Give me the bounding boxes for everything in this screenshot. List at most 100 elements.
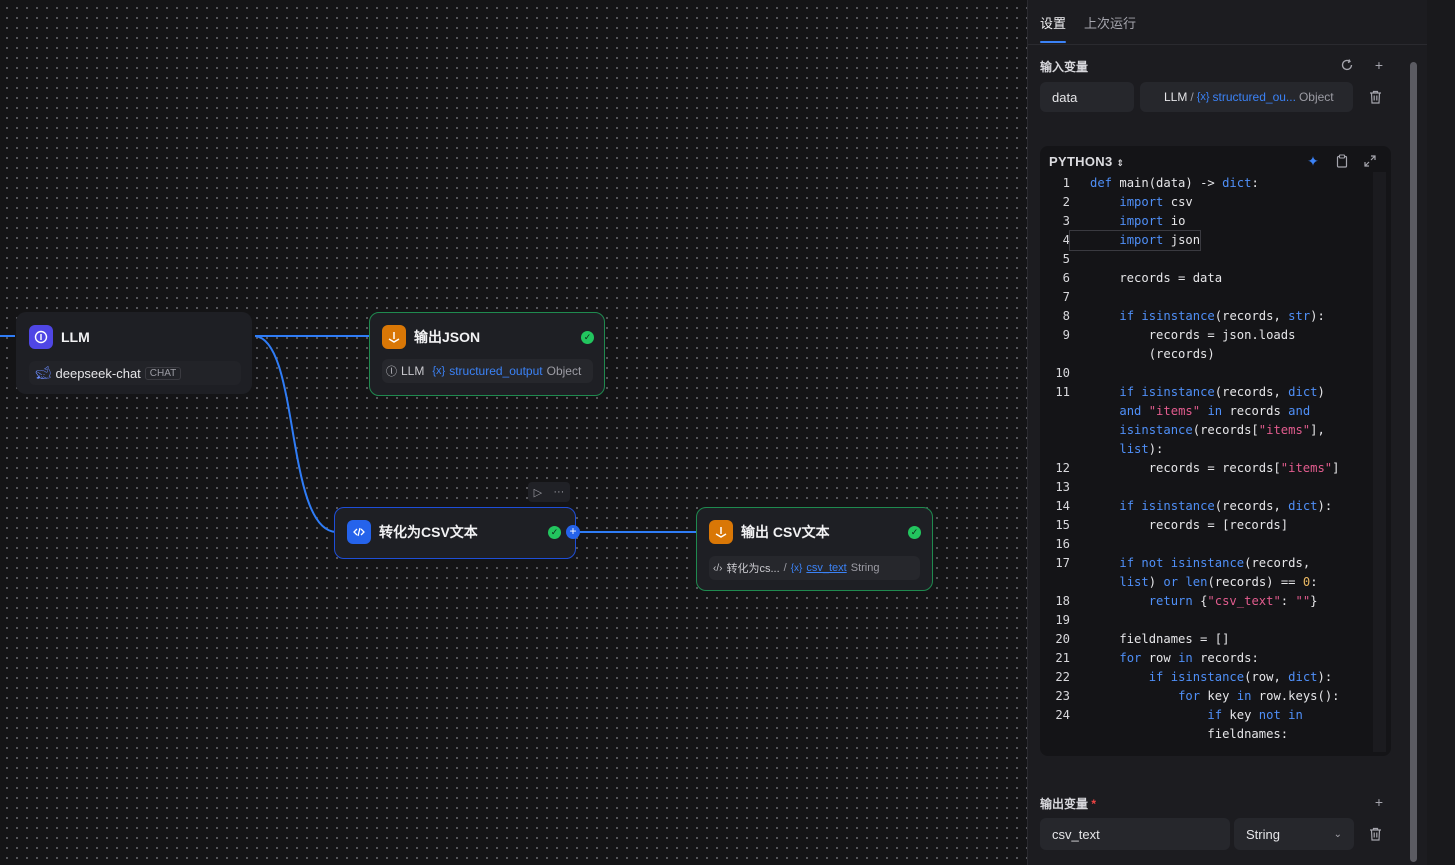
model-name: deepseek-chat bbox=[55, 365, 141, 381]
code-line[interactable]: 3 import io bbox=[1040, 212, 1380, 231]
llm-node[interactable]: LLM 🐋︎ deepseek-chat CHAT bbox=[16, 312, 252, 394]
code-line[interactable]: 13 bbox=[1040, 478, 1380, 497]
output-node-icon bbox=[382, 325, 406, 349]
var-name: csv_text bbox=[806, 562, 847, 574]
code-lines[interactable]: 1 def main(data) -> dict: 2 import csv 3 im… bbox=[1040, 174, 1380, 744]
ref-separator: / bbox=[1190, 90, 1194, 104]
line-number: 11 bbox=[1055, 385, 1070, 399]
code-line[interactable]: 5 bbox=[1040, 250, 1380, 269]
success-check-icon: ✓ bbox=[581, 331, 594, 344]
line-number: 9 bbox=[1062, 328, 1070, 342]
line-number: 15 bbox=[1055, 518, 1070, 532]
llm-model-chip[interactable]: 🐋︎ deepseek-chat CHAT bbox=[29, 361, 241, 385]
var-type: String bbox=[850, 562, 880, 574]
var-prefix: {x} bbox=[432, 365, 446, 377]
tab-settings[interactable]: 设置 bbox=[1040, 0, 1067, 44]
line-text: if isinstance(row, dict): bbox=[1148, 670, 1333, 684]
edge-llm-to-csv[interactable] bbox=[254, 335, 337, 533]
code-line[interactable]: 2 import csv bbox=[1040, 193, 1380, 212]
code-mini-icon: ‹/› bbox=[713, 562, 723, 574]
csv-node-header: 转化为CSV文本 bbox=[347, 520, 478, 544]
line-number: 16 bbox=[1055, 537, 1070, 551]
code-line[interactable]: 11 if isinstance(records, dict) bbox=[1040, 383, 1380, 402]
line-number: 4 bbox=[1062, 233, 1070, 247]
line-number: 17 bbox=[1055, 556, 1070, 570]
csv-node-title: 转化为CSV文本 bbox=[379, 524, 478, 540]
code-line[interactable]: fieldnames: bbox=[1040, 725, 1380, 744]
add-next-node-handle[interactable]: + bbox=[566, 525, 580, 539]
line-number: 14 bbox=[1055, 499, 1070, 513]
panel-scrollbar-thumb[interactable] bbox=[1410, 62, 1417, 862]
tab-last-run[interactable]: 上次运行 bbox=[1084, 0, 1136, 44]
code-line[interactable]: 19 bbox=[1040, 611, 1380, 630]
input-var-ref-select[interactable]: LLM / {x} structured_ou... Object bbox=[1140, 82, 1353, 112]
code-line[interactable]: 16 bbox=[1040, 535, 1380, 554]
success-check-icon: ✓ bbox=[548, 526, 561, 539]
code-editor[interactable]: PYTHON3 ⇕ ✦ 1 def main(data) -> dict: 2 im… bbox=[1040, 146, 1391, 756]
code-line[interactable]: 17 if not isinstance(records, bbox=[1040, 554, 1380, 573]
code-line[interactable]: isinstance(records["items"], bbox=[1040, 421, 1380, 440]
line-text: list) or len(records) == 0: bbox=[1119, 575, 1318, 589]
tabs-divider bbox=[1028, 44, 1427, 45]
var-prefix: {x} bbox=[790, 562, 803, 574]
code-line[interactable]: 6 records = data bbox=[1040, 269, 1380, 288]
language-select[interactable]: PYTHON3 ⇕ bbox=[1049, 154, 1124, 169]
expand-icon[interactable] bbox=[1361, 152, 1379, 170]
more-icon[interactable]: ··· bbox=[553, 486, 564, 498]
line-text: and "items" in records and bbox=[1119, 404, 1311, 418]
code-line[interactable]: 1 def main(data) -> dict: bbox=[1040, 174, 1380, 193]
code-line[interactable]: 8 if isinstance(records, str): bbox=[1040, 307, 1380, 326]
edge-layer bbox=[0, 335, 697, 533]
chevron-updown-icon: ⇕ bbox=[1116, 158, 1125, 168]
csv-var-chip[interactable]: ‹/› 转化为cs... / {x} csv_text String bbox=[709, 556, 920, 580]
code-line[interactable]: 20 fieldnames = [] bbox=[1040, 630, 1380, 649]
code-line[interactable]: 14 if isinstance(records, dict): bbox=[1040, 497, 1380, 516]
code-line[interactable]: 15 records = [records] bbox=[1040, 516, 1380, 535]
refresh-icon[interactable] bbox=[1338, 56, 1356, 74]
delete-input-icon[interactable] bbox=[1366, 88, 1384, 106]
output-csv-node[interactable]: 输出 CSV文本 ✓ ‹/› 转化为cs... / {x} csv_text S… bbox=[696, 507, 933, 591]
code-line[interactable]: 7 bbox=[1040, 288, 1380, 307]
line-number: 18 bbox=[1055, 594, 1070, 608]
line-text: records = records["items"] bbox=[1090, 461, 1340, 475]
code-line[interactable]: 9 records = json.loads bbox=[1040, 326, 1380, 345]
csv-out-title: 输出 CSV文本 bbox=[741, 524, 830, 540]
code-line[interactable]: 4 import json bbox=[1040, 230, 1380, 251]
line-number: 7 bbox=[1062, 290, 1070, 304]
delete-output-icon[interactable] bbox=[1366, 825, 1384, 843]
line-text bbox=[1070, 250, 1097, 269]
code-line[interactable]: and "items" in records and bbox=[1040, 402, 1380, 421]
code-line[interactable]: 18 return {"csv_text": ""} bbox=[1040, 592, 1380, 611]
output-var-name-field[interactable]: csv_text bbox=[1040, 818, 1230, 850]
line-text: isinstance(records["items"], bbox=[1119, 423, 1325, 437]
llm-node-header: LLM bbox=[29, 325, 90, 349]
line-text bbox=[1070, 535, 1097, 554]
code-line[interactable]: 22 if isinstance(row, dict): bbox=[1040, 668, 1380, 687]
line-text: list): bbox=[1119, 442, 1164, 456]
deepseek-icon: 🐋︎ bbox=[35, 365, 52, 380]
code-line[interactable]: list): bbox=[1040, 440, 1380, 459]
workflow-canvas[interactable]: LLM 🐋︎ deepseek-chat CHAT 输出JSON ✓ ⓛ LLM… bbox=[0, 0, 1027, 865]
ai-sparkle-icon[interactable]: ✦ bbox=[1304, 152, 1322, 170]
code-line[interactable]: list) or len(records) == 0: bbox=[1040, 573, 1380, 592]
add-output-icon[interactable]: + bbox=[1370, 793, 1388, 811]
output-var-type-select[interactable]: String ⌄ bbox=[1234, 818, 1354, 850]
line-text: if key not in bbox=[1207, 708, 1303, 722]
json-var-chip[interactable]: ⓛ LLM {x} structured_output Object bbox=[382, 359, 593, 383]
code-line[interactable]: 12 records = records["items"] bbox=[1040, 459, 1380, 478]
code-line[interactable]: 10 bbox=[1040, 364, 1380, 383]
code-line[interactable]: (records) bbox=[1040, 345, 1380, 364]
convert-csv-node[interactable]: 转化为CSV文本 ✓ + bbox=[334, 507, 580, 559]
line-text: return {"csv_text": ""} bbox=[1148, 594, 1318, 608]
language-label: PYTHON3 bbox=[1049, 154, 1113, 169]
code-line[interactable]: 23 for key in row.keys(): bbox=[1040, 687, 1380, 706]
line-number: 10 bbox=[1055, 366, 1070, 380]
output-json-node[interactable]: 输出JSON ✓ ⓛ LLM {x} structured_output Obj… bbox=[369, 312, 605, 396]
run-node-icon[interactable]: ▷ bbox=[534, 486, 542, 499]
add-input-icon[interactable]: + bbox=[1370, 56, 1388, 74]
code-line[interactable]: 21 for row in records: bbox=[1040, 649, 1380, 668]
code-line[interactable]: 24 if key not in bbox=[1040, 706, 1380, 725]
success-check-icon: ✓ bbox=[908, 526, 921, 539]
copy-icon[interactable] bbox=[1333, 152, 1351, 170]
input-var-name-field[interactable]: data bbox=[1040, 82, 1134, 112]
